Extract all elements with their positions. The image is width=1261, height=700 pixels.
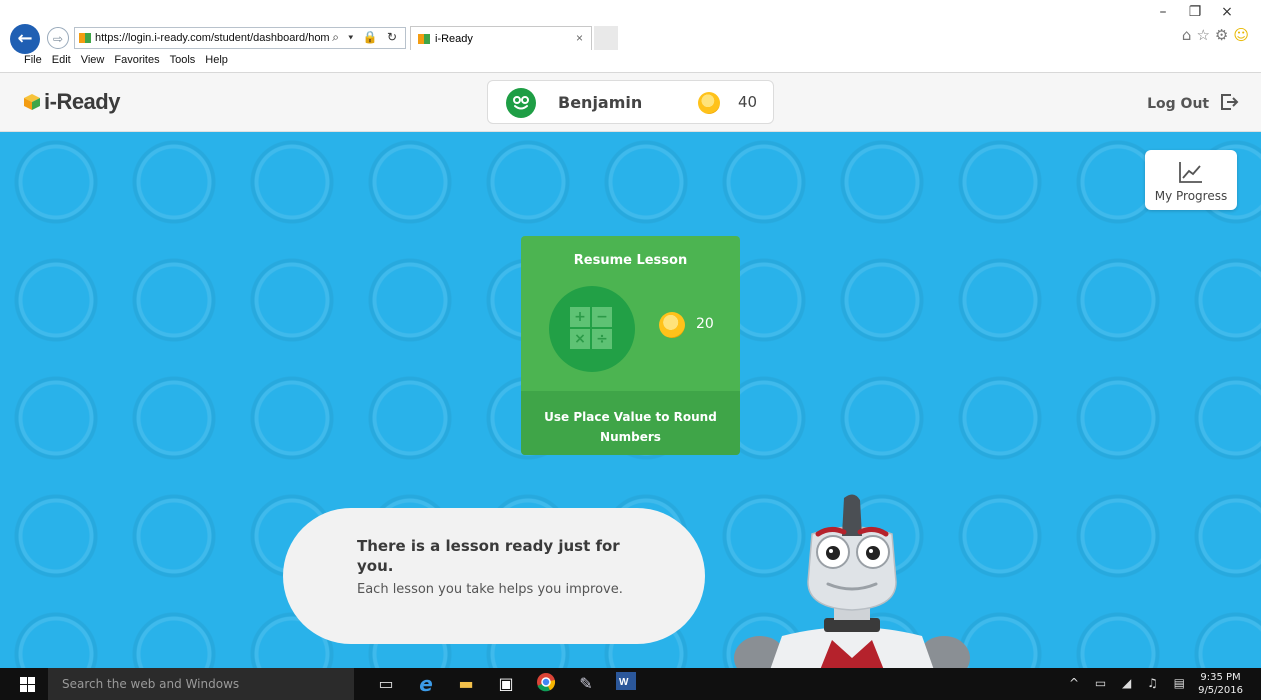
- svg-text:W: W: [619, 677, 629, 688]
- logout-label: Log Out: [1147, 96, 1210, 112]
- windows-taskbar: Search the web and Windows ▭ e ▬ ▣ ✎ W ^…: [0, 668, 1261, 700]
- iready-tab-favicon-icon: [418, 34, 430, 44]
- logo-text: i-Ready: [44, 89, 120, 114]
- avatar[interactable]: [506, 88, 536, 118]
- menu-bar: File Edit View Favorites Tools Help: [0, 54, 228, 70]
- menu-edit[interactable]: Edit: [52, 54, 71, 66]
- times-symbol: ×: [570, 329, 590, 349]
- file-explorer-icon[interactable]: ▬: [454, 672, 478, 696]
- math-operations-icon: + − × ÷: [549, 286, 635, 372]
- iready-logo[interactable]: i-Ready: [24, 89, 120, 115]
- iready-cube-icon: [24, 94, 40, 110]
- taskbar-search-input[interactable]: Search the web and Windows: [48, 668, 354, 700]
- clock-date: 9/5/2016: [1198, 685, 1243, 696]
- address-bar[interactable]: https://login.i-ready.com/student/dashbo…: [74, 27, 406, 49]
- robot-mascot-icon: [734, 494, 970, 668]
- user-name: Benjamin: [558, 93, 643, 112]
- logout-icon: [1221, 94, 1239, 110]
- dashboard-stage: My Progress Resume Lesson + − × ÷ 20 Use…: [0, 132, 1261, 668]
- window-controls: – ❐ ×: [1147, 4, 1243, 20]
- speech-bubble: There is a lesson ready just for you. Ea…: [283, 508, 705, 644]
- iready-favicon-icon: [79, 33, 91, 43]
- restore-icon[interactable]: ❐: [1179, 4, 1211, 20]
- menu-help[interactable]: Help: [205, 54, 228, 66]
- message-subtext: Each lesson you take helps you improve.: [357, 582, 623, 597]
- clock-time: 9:35 PM: [1200, 672, 1241, 683]
- menu-favorites[interactable]: Favorites: [114, 54, 159, 66]
- tab-title: i-Ready: [435, 33, 473, 45]
- avatar-face-icon: [513, 96, 529, 110]
- my-progress-button[interactable]: My Progress: [1145, 150, 1237, 210]
- new-tab-button[interactable]: [594, 26, 618, 50]
- taskbar-search-placeholder: Search the web and Windows: [62, 677, 240, 691]
- windows-start-icon[interactable]: [20, 677, 35, 692]
- lesson-footer: Use Place Value to Round Numbers: [521, 391, 740, 455]
- progress-chart-icon: [1179, 162, 1202, 183]
- browser-toolbar-icons: ⌂ ☆ ⚙ ☺: [1177, 26, 1249, 44]
- tab-close-icon[interactable]: ×: [576, 31, 583, 45]
- lesson-card-title: Resume Lesson: [573, 253, 688, 268]
- tab-iready[interactable]: i-Ready ×: [410, 26, 592, 50]
- address-tools-icons[interactable]: ⌕ ▾ 🔒 ↻: [332, 30, 400, 45]
- message-headline: There is a lesson ready just for you.: [357, 537, 620, 575]
- browser-chrome: ← ⇨ https://login.i-ready.com/student/da…: [0, 0, 1261, 73]
- close-window-icon[interactable]: ×: [1211, 4, 1243, 20]
- user-info-pill: Benjamin 40: [487, 80, 774, 124]
- minus-symbol: −: [592, 307, 612, 327]
- lesson-name: Use Place Value to Round Numbers: [544, 410, 717, 444]
- coin-count: 40: [738, 93, 758, 111]
- favorites-star-icon[interactable]: ☆: [1196, 26, 1209, 44]
- menu-file[interactable]: File: [24, 54, 42, 66]
- coin-icon: [698, 92, 720, 114]
- lesson-coin-count: 20: [696, 316, 714, 332]
- my-progress-label: My Progress: [1154, 189, 1228, 203]
- home-icon[interactable]: ⌂: [1182, 26, 1192, 44]
- back-button[interactable]: ←: [10, 24, 40, 54]
- divide-symbol: ÷: [592, 329, 612, 349]
- store-icon[interactable]: ▣: [494, 672, 518, 696]
- menu-tools[interactable]: Tools: [170, 54, 196, 66]
- word-icon[interactable]: W: [614, 672, 638, 696]
- taskbar-clock[interactable]: 9:35 PM 9/5/2016: [1198, 671, 1243, 697]
- lesson-coin-icon: [659, 312, 685, 338]
- app-header: i-Ready Benjamin 40 Log Out: [0, 73, 1261, 132]
- feedback-smiley-icon[interactable]: ☺: [1233, 26, 1249, 44]
- logout-button[interactable]: Log Out: [1147, 92, 1239, 112]
- forward-button[interactable]: ⇨: [47, 27, 69, 49]
- paint-app-icon[interactable]: ✎: [574, 672, 598, 696]
- plus-symbol: +: [570, 307, 590, 327]
- task-view-icon[interactable]: ▭: [374, 672, 398, 696]
- menu-view[interactable]: View: [81, 54, 105, 66]
- system-tray-icons[interactable]: ^ ▭ ◢ ♫ ▤: [1069, 676, 1191, 690]
- internet-explorer-icon[interactable]: e: [414, 672, 438, 696]
- settings-gear-icon[interactable]: ⚙: [1215, 26, 1228, 44]
- chrome-icon[interactable]: [534, 672, 558, 696]
- url-text[interactable]: https://login.i-ready.com/student/dashbo…: [95, 32, 330, 44]
- resume-lesson-card[interactable]: Resume Lesson + − × ÷ 20 Use Place Value…: [521, 236, 740, 455]
- minimize-icon[interactable]: –: [1147, 4, 1179, 20]
